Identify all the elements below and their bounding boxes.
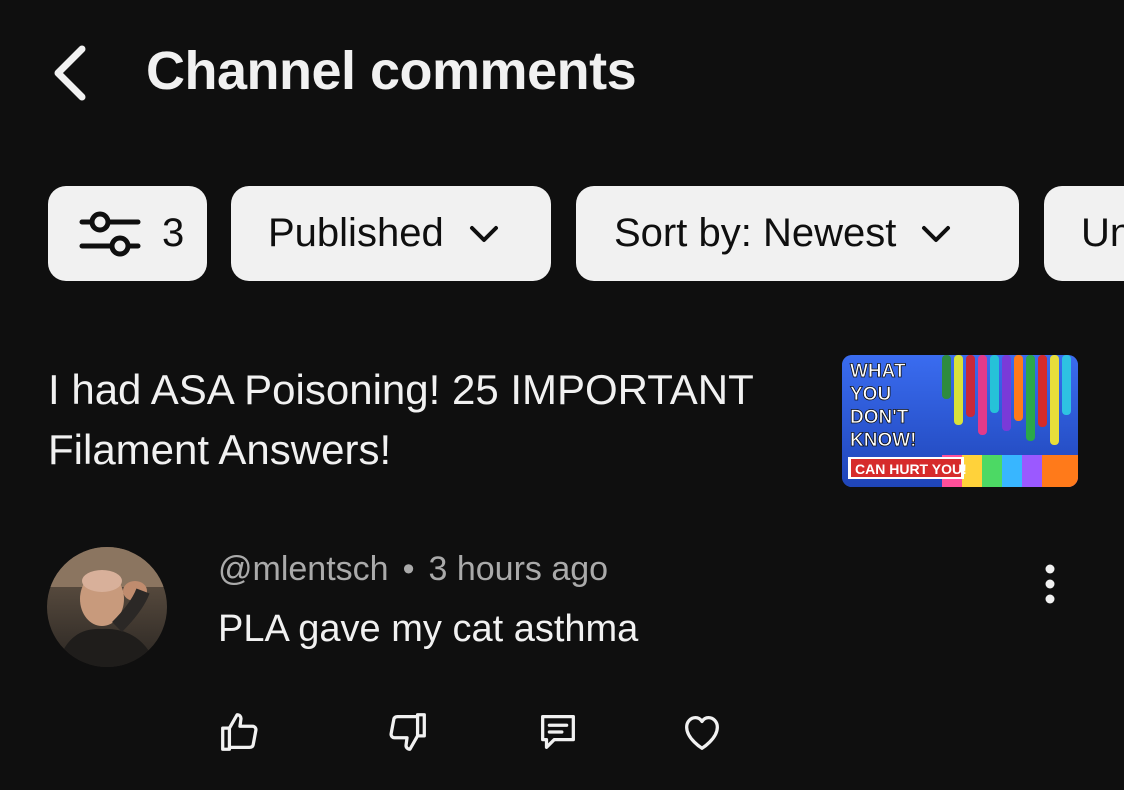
thumbs-up-icon: [221, 713, 258, 751]
sort-label: Sort by: Newest: [614, 211, 897, 255]
reply-button[interactable]: [530, 700, 586, 764]
unread-chip[interactable]: Unread: [1044, 186, 1124, 281]
filter-count: 3: [162, 211, 185, 255]
comment-actions: [0, 700, 1124, 764]
dislike-button[interactable]: [380, 700, 436, 764]
sliders-icon: [79, 211, 141, 256]
page-title: Channel comments: [146, 41, 637, 101]
filter-chip-bar: 3 Published Sort by: Newest Unread: [48, 186, 1124, 282]
thumbnail-banner: CAN HURT YOU!: [855, 461, 967, 477]
sort-dropdown[interactable]: Sort by: Newest: [576, 186, 1019, 281]
svg-text:WHAT: WHAT: [850, 361, 906, 382]
comment-meta: @mlentsch • 3 hours ago: [218, 550, 608, 589]
filter-chip[interactable]: 3: [48, 186, 207, 281]
comment-time: 3 hours ago: [428, 550, 609, 588]
comment-text: PLA gave my cat asthma: [218, 608, 639, 650]
chevron-down-icon: [920, 224, 952, 244]
chevron-down-icon: [468, 224, 500, 244]
avatar[interactable]: [47, 547, 167, 667]
channel-comments-page: Channel comments 3 Published Sort by: Ne…: [0, 0, 1124, 790]
thumbs-down-icon: [389, 713, 426, 751]
svg-text:KNOW!: KNOW!: [850, 430, 916, 451]
header: Channel comments: [0, 0, 1124, 150]
heart-button[interactable]: [674, 700, 730, 764]
back-button[interactable]: [40, 38, 100, 108]
like-button[interactable]: [211, 700, 267, 764]
chevron-left-icon: [54, 45, 86, 101]
unread-label: Unread: [1081, 211, 1124, 255]
video-thumbnail[interactable]: WHAT YOU DON'T KNOW! CAN HURT YOU!: [842, 355, 1078, 487]
published-label: Published: [268, 211, 444, 255]
meta-separator: •: [402, 550, 415, 588]
more-options-button[interactable]: [1030, 560, 1070, 608]
comment-author[interactable]: @mlentsch: [218, 550, 389, 588]
video-title[interactable]: I had ASA Poisoning! 25 IMPORTANT Filame…: [48, 360, 808, 480]
published-dropdown[interactable]: Published: [231, 186, 551, 281]
svg-text:DON'T: DON'T: [850, 407, 909, 428]
more-vertical-icon: [1045, 564, 1055, 604]
svg-text:YOU: YOU: [850, 384, 891, 405]
reply-icon: [541, 715, 575, 749]
heart-icon: [685, 715, 719, 750]
